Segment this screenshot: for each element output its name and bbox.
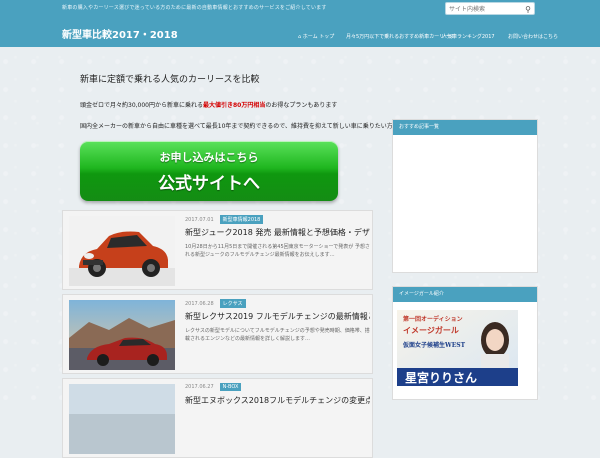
image-girl-banner[interactable]: 第一回オーディション イメージガール 仮面女子候補生WEST 星宮りりさん — [397, 310, 518, 386]
nav-home[interactable]: ⌂ ホーム トップ — [290, 33, 338, 40]
intro-paragraph: 頭金ゼロで月々約30,000円から新車に乗れる最大値引き80万円相当のお得なプラ… — [80, 100, 337, 109]
page-heading: 新車に定額で乗れる人気のカーリースを比較 — [80, 75, 260, 85]
banner-name-text: 星宮りりさん — [405, 371, 478, 385]
article-excerpt: レクサスの新型モデルについてフルモデルチェンジの予想や発売時期、価格帯、搭載され… — [185, 328, 370, 342]
category-badge[interactable]: N-BOX — [219, 383, 242, 391]
sidebar-widget-title: イメージガール紹介 — [393, 287, 537, 302]
article-thumbnail[interactable] — [69, 216, 175, 286]
banner-audition-text: 第一回オーディション — [403, 316, 463, 323]
intro-text-b: のお得なプランもあります — [265, 102, 338, 109]
article-date: 2017.06.28 — [185, 300, 214, 307]
search-input[interactable] — [449, 4, 519, 14]
article-thumbnail[interactable] — [69, 384, 175, 454]
site-tagline: 新車の購入やカーリース選びで迷っている方のために最新の自動車情報とおすすめのサー… — [62, 5, 327, 11]
search-box[interactable]: ⚲ — [445, 2, 535, 15]
article-title[interactable]: 新型レクサス2019 フルモデルチェンジの最新情報と発売日 — [185, 311, 370, 322]
banner-imagegirl-text: イメージガール — [403, 325, 459, 335]
banner-group-text: 仮面女子候補生WEST — [403, 342, 466, 349]
article-date: 2017.07.01 — [185, 216, 214, 223]
intro-text-a: 頭金ゼロで月々約30,000円から新車に乗れる — [80, 102, 203, 109]
official-site-button[interactable]: お申し込みはこちら 公式サイトへ — [80, 141, 338, 201]
site-header: 新車の購入やカーリース選びで迷っている方のために最新の自動車情報とおすすめのサー… — [0, 0, 600, 47]
cta-line2: 公式サイトへ — [158, 173, 260, 194]
article-meta: 2017.06.27 N-BOX — [185, 383, 242, 391]
nav-carlease[interactable]: 月々5万円以下で乗れるおすすめ新車カーリース — [338, 33, 454, 40]
search-icon[interactable]: ⚲ — [523, 4, 533, 14]
article-date: 2017.06.27 — [185, 384, 214, 390]
category-badge[interactable]: レクサス — [219, 299, 246, 308]
article-title[interactable]: 新型ジューク2018 発売 最新情報と予想価格・デザインまとめ — [185, 227, 370, 238]
intro-highlight: 最大値引き80万円相当 — [203, 102, 266, 109]
cta-line1: お申し込みはこちら — [159, 150, 259, 164]
sidebar-widget-title: おすすめ記事一覧 — [393, 120, 537, 135]
article-meta: 2017.07.01 新型車情報2018 — [185, 215, 264, 224]
article-thumbnail[interactable] — [69, 300, 175, 370]
article-card[interactable]: 2017.07.01 新型車情報2018 新型ジューク2018 発売 最新情報と… — [62, 210, 373, 290]
nav-contact[interactable]: お問い合わせはこちら — [500, 33, 566, 40]
article-card[interactable]: 2017.06.27 N-BOX 新型エヌボックス2018フルモデルチェンジの変… — [62, 378, 373, 458]
article-title[interactable]: 新型エヌボックス2018フルモデルチェンジの変更点と燃費 — [185, 395, 370, 406]
category-badge[interactable]: 新型車情報2018 — [219, 215, 264, 224]
main-nav: ⌂ ホーム トップ 月々5万円以下で乗れるおすすめ新車カーリース 人気車ランキン… — [290, 33, 566, 40]
nav-ranking[interactable]: 人気車ランキング2017 — [434, 33, 500, 40]
sidebar-widget-banner: イメージガール紹介 第一回オーディション イメージガール 仮面女子候補生WEST… — [392, 286, 538, 400]
article-excerpt: 10月28日から11月5日まで開催される第45回東京モーターショーで発表が 予想… — [185, 244, 370, 258]
article-card[interactable]: 2017.06.28 レクサス 新型レクサス2019 フルモデルチェンジの最新情… — [62, 294, 373, 374]
sidebar-widget-recommended: おすすめ記事一覧 — [392, 119, 538, 273]
article-meta: 2017.06.28 レクサス — [185, 299, 246, 308]
description-paragraph: 国内全メーカーの新車から自由に車種を選べて最長10年まで契約できるので、維持費を… — [80, 123, 429, 130]
site-title[interactable]: 新型車比較2017・2018 — [62, 26, 178, 41]
